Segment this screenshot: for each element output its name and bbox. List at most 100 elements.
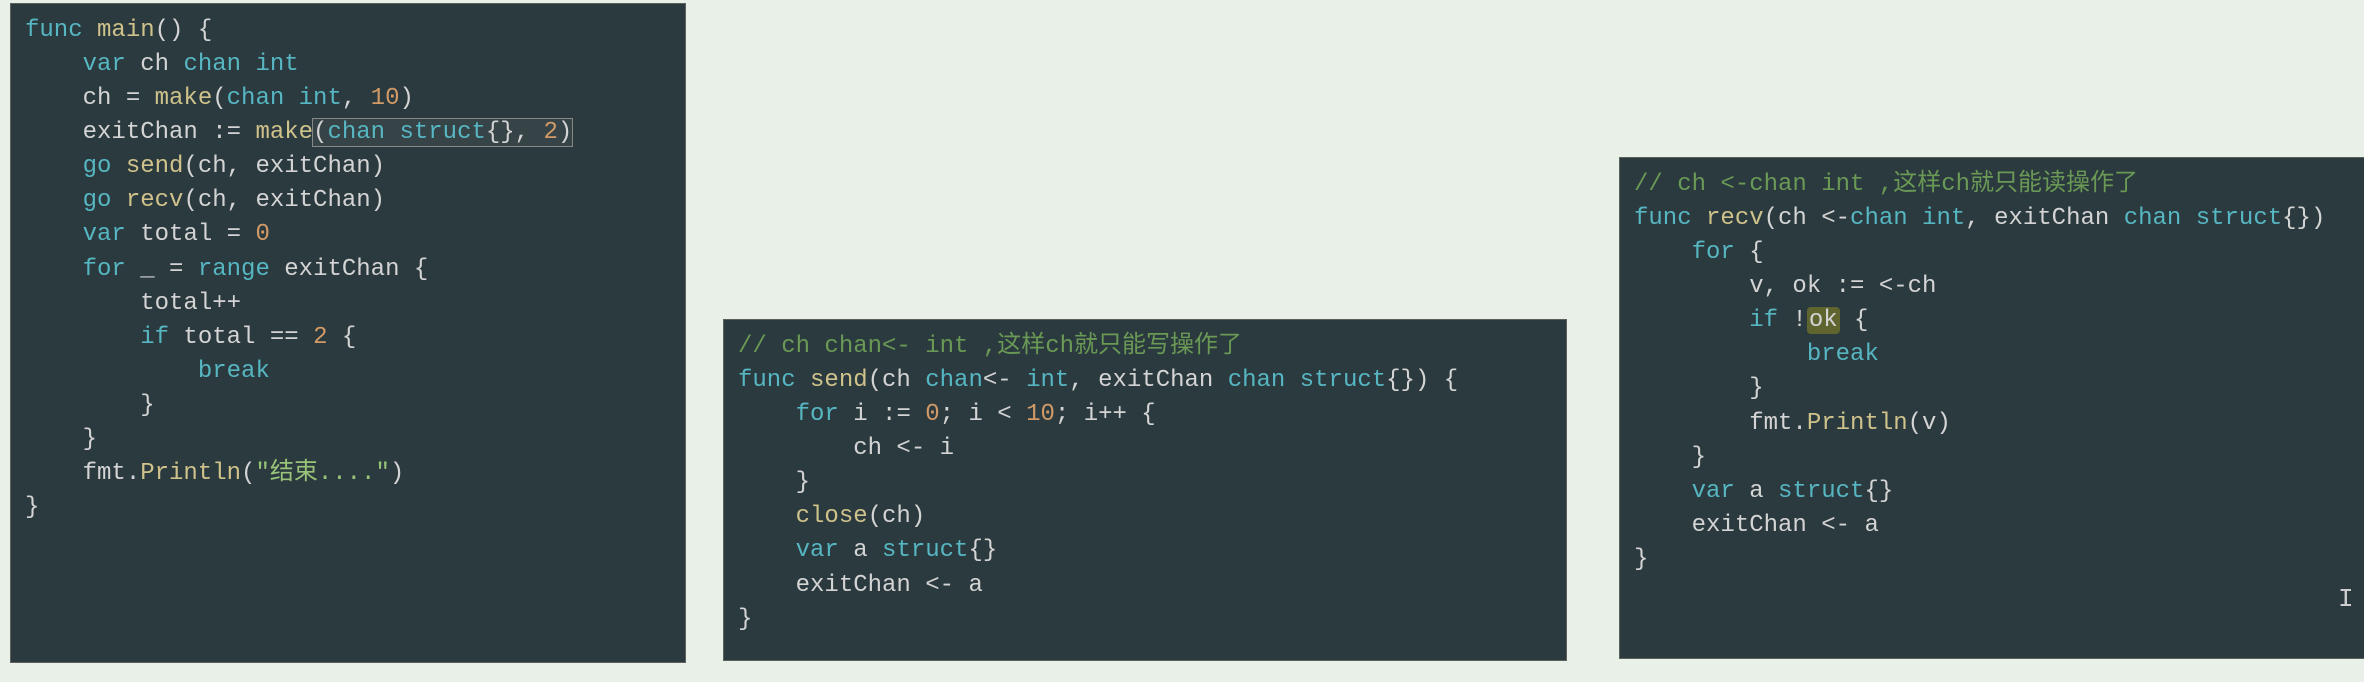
code-token: { <box>1735 239 1764 266</box>
code-token <box>25 221 83 248</box>
code-token: { <box>327 324 356 351</box>
code-line: func send(ch chan<- int, exitChan chan s… <box>738 364 1552 398</box>
code-token: 0 <box>255 221 269 248</box>
code-token: <- <box>983 367 1026 394</box>
code-token: ch = <box>25 85 155 112</box>
code-token: "结束...." <box>255 460 389 487</box>
code-token: ( <box>212 85 226 112</box>
code-token: ; i++ { <box>1055 401 1156 428</box>
code-token: struct <box>882 537 968 564</box>
code-token: range <box>198 256 270 283</box>
code-token: go <box>83 187 112 214</box>
code-token: break <box>198 358 270 385</box>
code-token: for <box>1692 239 1735 266</box>
code-token: var <box>83 221 126 248</box>
code-token: {}, <box>486 119 544 146</box>
code-block-recv: // ch <-chan int ,这样ch就只能读操作了 func recv(c… <box>1620 158 2364 658</box>
code-token <box>25 187 83 214</box>
code-token: close <box>796 503 868 530</box>
code-token: total++ <box>25 290 241 317</box>
code-token: } <box>25 494 39 521</box>
code-token: ( <box>241 460 255 487</box>
code-line: for { <box>1634 236 2364 270</box>
code-line: func recv(ch <-chan int, exitChan chan s… <box>1634 202 2364 236</box>
code-token: a <box>839 537 882 564</box>
code-token: 10 <box>1026 401 1055 428</box>
code-token: (ch, exitChan) <box>183 153 385 180</box>
code-line: for i := 0; i < 10; i++ { <box>738 398 1552 432</box>
code-token: ) <box>390 460 404 487</box>
code-line: } <box>1634 372 2364 406</box>
code-token: {}) { <box>1386 367 1458 394</box>
code-line: ch = make(chan int, 10) <box>25 82 671 116</box>
code-token: } <box>1634 546 1648 573</box>
code-token: (ch <- <box>1764 205 1850 232</box>
code-line: } <box>738 603 1552 637</box>
code-line: for _ = range exitChan { <box>25 253 671 287</box>
code-token: exitChan := <box>25 119 255 146</box>
code-token: ( <box>313 119 327 146</box>
code-line: break <box>25 355 671 389</box>
code-token: // ch <-chan int ,这样ch就只能读操作了 <box>1634 171 2138 198</box>
code-token: fmt. <box>1634 410 1807 437</box>
code-block-main: func main() { var ch chan int ch = make(… <box>11 4 685 662</box>
code-token: var <box>796 537 839 564</box>
code-token: {} <box>1864 478 1893 505</box>
code-line: // ch chan<- int ,这样ch就只能写操作了 <box>738 330 1552 364</box>
code-token: } <box>738 606 752 633</box>
code-token: total = <box>126 221 256 248</box>
code-token: _ = <box>126 256 198 283</box>
code-token: 2 <box>313 324 327 351</box>
code-token <box>1634 478 1692 505</box>
code-token: send <box>810 367 868 394</box>
code-line: var a struct{} <box>738 534 1552 568</box>
code-token: chan int <box>227 85 342 112</box>
code-token: } <box>25 426 97 453</box>
code-token: var <box>83 51 126 78</box>
code-block-send: // ch chan<- int ,这样ch就只能写操作了func send(c… <box>724 320 1566 660</box>
code-token: for <box>83 256 126 283</box>
code-token: i := <box>839 401 925 428</box>
code-token: if <box>1749 307 1778 334</box>
code-token: recv <box>126 187 184 214</box>
code-token <box>738 401 796 428</box>
code-token <box>111 187 125 214</box>
code-line: ch <- i <box>738 432 1552 466</box>
code-token: } <box>25 392 155 419</box>
code-token: Println <box>140 460 241 487</box>
code-line: } <box>25 491 671 525</box>
code-token: ch <- i <box>738 435 954 462</box>
code-line: fmt.Println("结束....") <box>25 457 671 491</box>
code-token <box>25 256 83 283</box>
code-line: // ch <-chan int ,这样ch就只能读操作了 <box>1634 168 2364 202</box>
code-token: var <box>1692 478 1735 505</box>
code-line: } <box>1634 543 2364 577</box>
code-token: make <box>255 119 313 146</box>
code-token: chan <box>925 367 983 394</box>
code-token: exitChan <- a <box>1634 512 1879 539</box>
code-line: var a struct{} <box>1634 475 2364 509</box>
code-line: fmt.Println(v) <box>1634 407 2364 441</box>
code-token: chan int <box>1850 205 1965 232</box>
code-token: { <box>1840 307 1869 334</box>
code-token <box>111 153 125 180</box>
text-cursor-icon: I <box>2338 584 2354 614</box>
code-line: go send(ch, exitChan) <box>25 150 671 184</box>
code-token: func <box>25 17 97 44</box>
code-line: exitChan <- a <box>1634 509 2364 543</box>
code-token <box>738 503 796 530</box>
code-token: ! <box>1778 307 1807 334</box>
code-token: {}) <box>2282 205 2325 232</box>
code-token: func <box>738 367 810 394</box>
code-token: ) <box>558 119 572 146</box>
code-token: } <box>738 469 810 496</box>
code-token: } <box>1634 375 1764 402</box>
code-token: (ch) <box>868 503 926 530</box>
code-token <box>25 153 83 180</box>
code-token: int <box>1026 367 1069 394</box>
code-token: 10 <box>371 85 400 112</box>
code-token: chan struct <box>327 119 485 146</box>
code-line: break <box>1634 338 2364 372</box>
code-line: close(ch) <box>738 500 1552 534</box>
code-line: var total = 0 <box>25 218 671 252</box>
